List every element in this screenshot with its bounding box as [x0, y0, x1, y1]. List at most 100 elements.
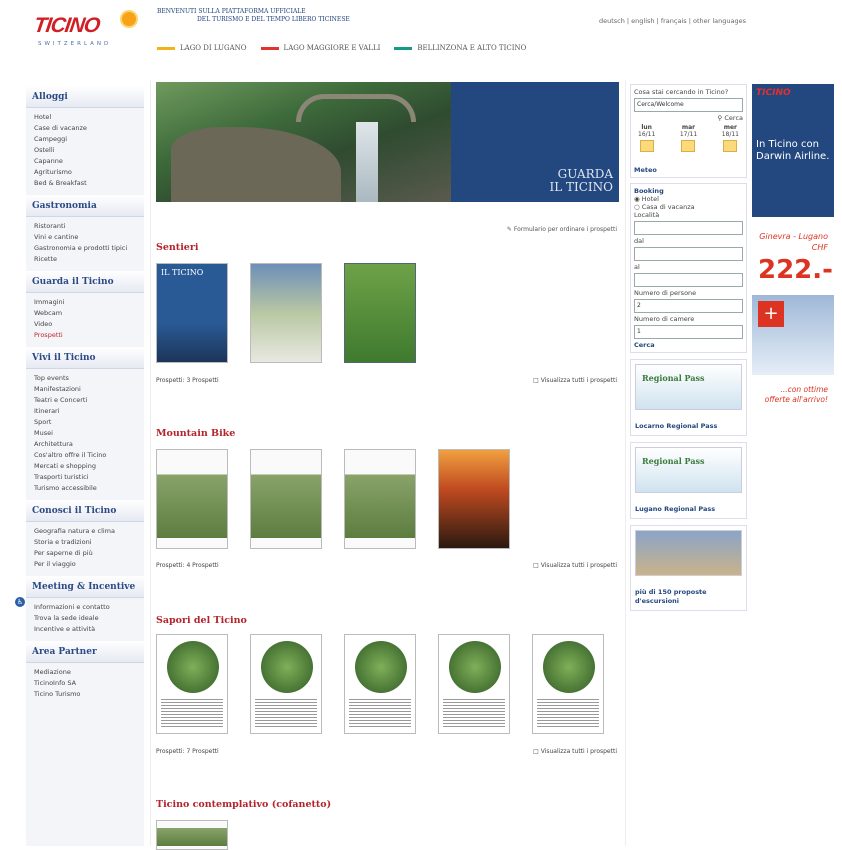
sidebar-cat-gastronomia[interactable]: Gastronomia: [26, 195, 144, 217]
brochure-thumb[interactable]: [250, 634, 322, 734]
radio-casa[interactable]: ○ Casa di vacanza: [634, 203, 743, 211]
order-form-link[interactable]: ✎ Formulario per ordinare i prospetti: [507, 226, 617, 233]
brochure-text: [161, 697, 223, 729]
language-links[interactable]: deutsch | english | français | other lan…: [599, 17, 746, 25]
persons-input[interactable]: 2: [634, 299, 743, 313]
brochure-count: Prospetti: 7 Prospetti: [156, 748, 219, 755]
region-maggiore[interactable]: LAGO MAGGIORE E VALLI: [260, 44, 380, 52]
sidebar-item[interactable]: Architettura: [34, 439, 136, 450]
search-button-label: Cerca: [724, 114, 743, 122]
sidebar: Alloggi Hotel Case di vacanze Campeggi O…: [26, 86, 144, 846]
sidebar-item[interactable]: Capanne: [34, 156, 136, 167]
sidebar-cat-conosci[interactable]: Conosci il Ticino: [26, 500, 144, 522]
sidebar-item[interactable]: Bed & Breakfast: [34, 178, 136, 189]
sidebar-cat-partner[interactable]: Area Partner: [26, 641, 144, 663]
brochure-thumb[interactable]: IL TICINO: [156, 263, 228, 363]
sidebar-item[interactable]: Informazioni e contatto: [34, 602, 136, 613]
search-input[interactable]: Cerca/Welcome: [634, 98, 743, 112]
view-all-link[interactable]: □ Visualizza tutti i prospetti: [533, 748, 617, 755]
sidebar-item[interactable]: Hotel: [34, 112, 136, 123]
sidebar-item[interactable]: Storia e tradizioni: [34, 537, 136, 548]
rooms-input[interactable]: 1: [634, 325, 743, 339]
brochure-image: [167, 641, 219, 693]
brochure-thumb[interactable]: [344, 634, 416, 734]
sidebar-item[interactable]: Mediazione: [34, 667, 136, 678]
location-input[interactable]: [634, 221, 743, 235]
sidebar-item[interactable]: TicinoInfo SA: [34, 678, 136, 689]
brochure-row: [156, 634, 604, 734]
sidebar-cat-guarda[interactable]: Guarda il Ticino: [26, 271, 144, 293]
sidebar-item[interactable]: Cos'altro offre il Ticino: [34, 450, 136, 461]
sidebar-item[interactable]: Sport: [34, 417, 136, 428]
sidebar-item[interactable]: Trova la sede ideale: [34, 613, 136, 624]
region-lugano[interactable]: LAGO DI LUGANO: [157, 44, 247, 52]
region-color-bar: [157, 46, 175, 50]
promo-lugano[interactable]: Regional Pass Lugano Regional Pass: [630, 442, 747, 519]
sidebar-item[interactable]: Ticino Turismo: [34, 689, 136, 700]
brochure-thumb[interactable]: [156, 634, 228, 734]
darwin-ad-banner[interactable]: TICINO In Ticino con Darwin Airline. Gin…: [752, 84, 834, 522]
sidebar-item[interactable]: Per il viaggio: [34, 559, 136, 570]
sidebar-item[interactable]: Agriturismo: [34, 167, 136, 178]
brochure-thumb[interactable]: [438, 634, 510, 734]
search-button[interactable]: ⚲ Cerca: [634, 114, 743, 122]
persons-label: Numero di persone: [634, 289, 697, 297]
brochure-thumb[interactable]: [438, 449, 510, 549]
sidebar-item[interactable]: Teatri e Concerti: [34, 395, 136, 406]
ticino-logo[interactable]: TICINO SWITZERLAND: [30, 12, 140, 52]
brochure-thumb[interactable]: [532, 634, 604, 734]
section-title: Sapori del Ticino: [156, 615, 247, 626]
meteo-link[interactable]: Meteo: [634, 166, 743, 174]
sidebar-item[interactable]: Ristoranti: [34, 221, 136, 232]
brochure-thumb[interactable]: [344, 263, 416, 363]
view-all-link[interactable]: □ Visualizza tutti i prospetti: [533, 377, 617, 384]
brochure-thumb[interactable]: [344, 449, 416, 549]
location-label: Località: [634, 211, 660, 219]
sidebar-item[interactable]: Per saperne di più: [34, 548, 136, 559]
promo-image-text: Regional Pass: [642, 373, 705, 383]
brochure-thumb[interactable]: [250, 449, 322, 549]
booking-search-button[interactable]: Cerca: [634, 341, 743, 349]
region-bellinzona[interactable]: BELLINZONA E ALTO TICINO: [394, 44, 526, 52]
sun-cloud-icon: [681, 140, 696, 152]
sidebar-item[interactable]: Turismo accessibile: [34, 483, 136, 494]
brochure-row: IL TICINO: [156, 263, 416, 363]
view-all-link[interactable]: □ Visualizza tutti i prospetti: [533, 562, 617, 569]
sidebar-cat-vivi[interactable]: Vivi il Ticino: [26, 347, 144, 369]
sidebar-item[interactable]: Top events: [34, 373, 136, 384]
promo-label: Lugano Regional Pass: [635, 505, 716, 513]
brochure-row: [156, 449, 510, 549]
promo-escursioni[interactable]: più di 150 proposte d'escursioni: [630, 525, 747, 611]
from-date-input[interactable]: [634, 247, 743, 261]
brochure-thumb[interactable]: [250, 263, 322, 363]
promo-locarno[interactable]: Regional Pass Locarno Regional Pass: [630, 359, 747, 436]
sidebar-item[interactable]: Incentive e attività: [34, 624, 136, 635]
sidebar-cat-alloggi[interactable]: Alloggi: [26, 86, 144, 108]
region-label: LAGO DI LUGANO: [180, 44, 247, 52]
sidebar-item[interactable]: Geografia natura e clima: [34, 526, 136, 537]
sidebar-item[interactable]: Case di vacanze: [34, 123, 136, 134]
brochure-text: [255, 697, 317, 729]
to-date-input[interactable]: [634, 273, 743, 287]
sidebar-item[interactable]: Itinerari: [34, 406, 136, 417]
sidebar-item[interactable]: Webcam: [34, 308, 136, 319]
sidebar-item[interactable]: Video: [34, 319, 136, 330]
welcome-text: BENVENUTI SULLA PIATTAFORMA UFFICIALE DE…: [157, 8, 350, 24]
radio-hotel[interactable]: ◉ Hotel: [634, 195, 743, 203]
sidebar-item[interactable]: Manifestazioni: [34, 384, 136, 395]
sidebar-item[interactable]: Immagini: [34, 297, 136, 308]
sidebar-item[interactable]: Campeggi: [34, 134, 136, 145]
sidebar-item[interactable]: Trasporti turistici: [34, 472, 136, 483]
sidebar-item[interactable]: Gastronomia e prodotti tipici: [34, 243, 136, 254]
sidebar-item[interactable]: Vini e cantine: [34, 232, 136, 243]
waterfall-shape: [356, 122, 378, 202]
sidebar-item[interactable]: Ricette: [34, 254, 136, 265]
sidebar-item-active[interactable]: Prospetti: [34, 330, 136, 341]
logo-subtitle: SWITZERLAND: [38, 41, 112, 47]
weather-day-name: mar: [681, 124, 696, 131]
brochure-thumb[interactable]: [156, 449, 228, 549]
sidebar-cat-meeting[interactable]: Meeting & Incentive: [26, 576, 144, 598]
sidebar-item[interactable]: Mercati e shopping: [34, 461, 136, 472]
sidebar-item[interactable]: Ostelli: [34, 145, 136, 156]
sidebar-item[interactable]: Musei: [34, 428, 136, 439]
